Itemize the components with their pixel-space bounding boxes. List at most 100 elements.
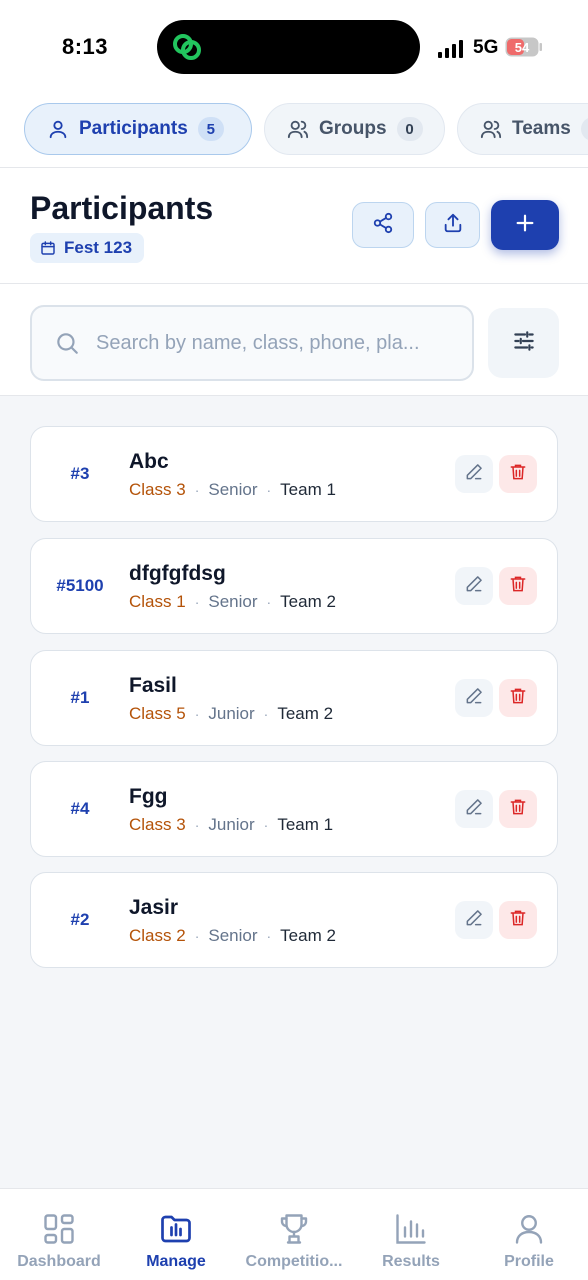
user-icon [47, 118, 69, 140]
participant-meta: Class 5 · Junior · Team 2 [129, 704, 333, 724]
delete-button[interactable] [499, 901, 537, 939]
tab-groups[interactable]: Groups 0 [264, 103, 445, 155]
delete-button[interactable] [499, 567, 537, 605]
nav-dashboard[interactable]: Dashboard [0, 1211, 118, 1271]
tab-label: Groups [319, 118, 387, 139]
edit-button[interactable] [455, 567, 493, 605]
tab-count [580, 117, 588, 141]
calendar-icon [40, 240, 56, 256]
network-label: 5G [473, 37, 499, 58]
delete-button[interactable] [499, 679, 537, 717]
tab-label: Participants [79, 118, 188, 139]
participant-meta: Class 1 · Senior · Team 2 [129, 592, 336, 612]
separator: · [263, 817, 269, 833]
edit-button[interactable] [455, 679, 493, 717]
trash-icon [508, 908, 528, 933]
edit-button[interactable] [455, 790, 493, 828]
nav-competitions[interactable]: Competitio... [235, 1211, 353, 1271]
signal-icon [438, 40, 464, 58]
participant-number: #4 [70, 799, 90, 818]
search-input[interactable] [96, 331, 456, 355]
participant-class: Class 3 [129, 815, 186, 834]
separator: · [194, 594, 200, 610]
status-time: 8:13 [62, 34, 109, 59]
participant-name: Jasir [129, 896, 179, 919]
participant-team: Team 1 [280, 480, 336, 499]
user-icon [511, 1211, 547, 1247]
participant-number: #2 [70, 910, 90, 929]
nav-manage[interactable]: Manage [117, 1211, 235, 1271]
status-bar: 8:13 5G 54 [0, 0, 588, 92]
users-icon [480, 118, 502, 140]
battery-level: 54 [515, 40, 530, 55]
nav-label: Results [382, 1253, 440, 1270]
participant-class: Class 3 [129, 480, 186, 499]
participant-card[interactable]: #2 Jasir Class 2 · Senior · Team 2 [30, 872, 558, 968]
dashboard-icon [41, 1211, 77, 1247]
participant-card[interactable]: #4 Fgg Class 3 · Junior · Team 1 [30, 761, 558, 857]
participant-level: Junior [208, 704, 255, 723]
participant-name: Fasil [129, 674, 177, 697]
upload-button[interactable] [425, 202, 480, 248]
participant-level: Senior [208, 926, 258, 945]
separator: · [266, 594, 272, 610]
separator: · [194, 706, 200, 722]
fest-label: Fest 123 [64, 238, 133, 257]
participant-team: Team 2 [280, 592, 336, 611]
participant-team: Team 2 [280, 926, 336, 945]
nav-profile[interactable]: Profile [470, 1211, 588, 1271]
share-button[interactable] [352, 202, 414, 248]
link-icon [171, 32, 203, 62]
tab-participants[interactable]: Participants 5 [24, 103, 252, 155]
participant-class: Class 2 [129, 926, 186, 945]
edit-button[interactable] [455, 901, 493, 939]
participant-name: Fgg [129, 785, 168, 808]
pencil-icon [464, 797, 484, 822]
nav-label: Manage [146, 1253, 206, 1270]
separator: · [194, 482, 200, 498]
delete-button[interactable] [499, 790, 537, 828]
dynamic-island [157, 20, 420, 74]
participant-number: #1 [70, 688, 90, 707]
users-icon [287, 118, 309, 140]
plus-icon [514, 212, 536, 239]
participant-class: Class 5 [129, 704, 186, 723]
section-tabs: Participants 5 Groups 0 Teams [0, 92, 588, 168]
trash-icon [508, 462, 528, 487]
separator: · [263, 706, 269, 722]
trash-icon [508, 574, 528, 599]
tab-count: 5 [197, 117, 224, 141]
trophy-icon [276, 1211, 312, 1247]
page-title: Participants [30, 190, 214, 226]
participant-level: Senior [208, 592, 258, 611]
search-icon [54, 330, 80, 356]
nav-label: Dashboard [17, 1253, 101, 1270]
tab-count: 0 [396, 117, 423, 141]
pencil-icon [464, 574, 484, 599]
filter-button[interactable] [488, 308, 559, 378]
search-box[interactable] [30, 305, 474, 381]
pencil-icon [464, 462, 484, 487]
participant-card[interactable]: #3 Abc Class 3 · Senior · Team 1 [30, 426, 558, 522]
trash-icon [508, 686, 528, 711]
participant-name: Abc [129, 450, 169, 473]
folder-icon [158, 1211, 194, 1247]
tab-teams[interactable]: Teams [457, 103, 588, 155]
participant-number: #5100 [56, 576, 104, 595]
tab-label: Teams [512, 118, 571, 139]
share-icon [372, 212, 394, 239]
separator: · [266, 928, 272, 944]
search-area [0, 284, 588, 396]
delete-button[interactable] [499, 455, 537, 493]
participant-card[interactable]: #1 Fasil Class 5 · Junior · Team 2 [30, 650, 558, 746]
participant-class: Class 1 [129, 592, 186, 611]
participant-name: dfgfgfdsg [129, 562, 226, 585]
edit-button[interactable] [455, 455, 493, 493]
participant-meta: Class 3 · Junior · Team 1 [129, 815, 333, 835]
participant-level: Junior [208, 815, 255, 834]
participant-card[interactable]: #5100 dfgfgfdsg Class 1 · Senior · Team … [30, 538, 558, 634]
add-participant-button[interactable] [491, 200, 559, 250]
fest-badge: Fest 123 [30, 233, 145, 263]
nav-results[interactable]: Results [352, 1211, 470, 1271]
participant-meta: Class 3 · Senior · Team 1 [129, 480, 336, 500]
